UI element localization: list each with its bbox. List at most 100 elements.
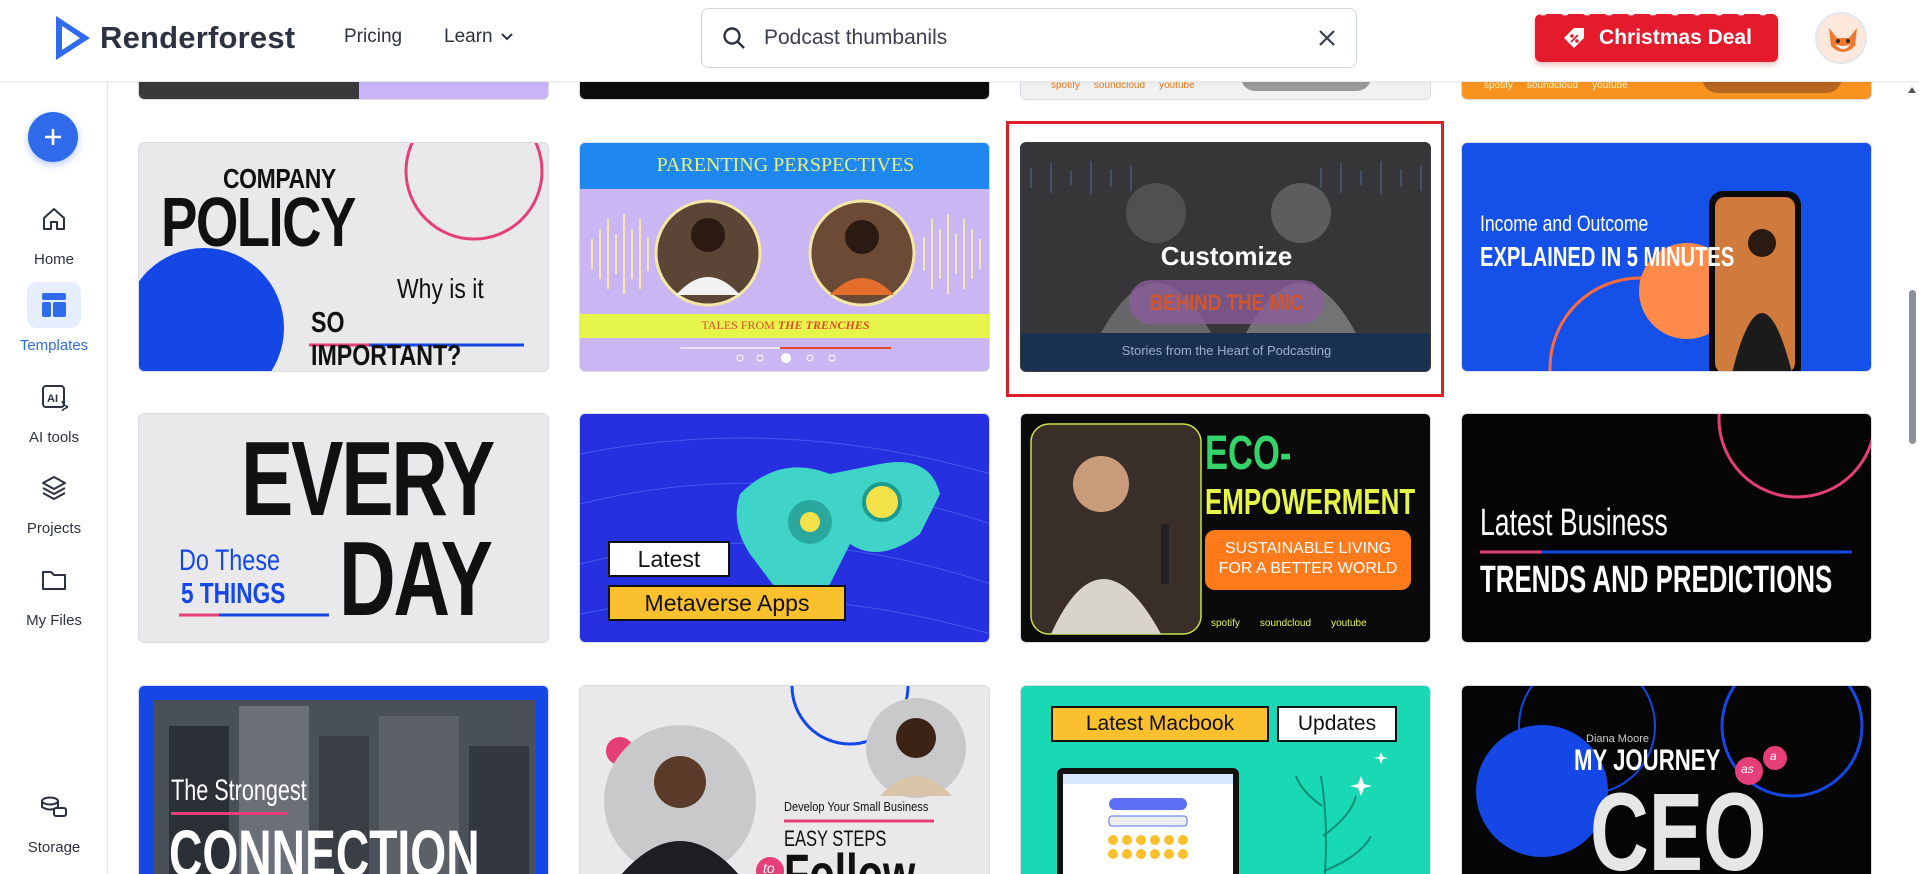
nav-pricing[interactable]: Pricing xyxy=(344,26,402,48)
template-card-macbook-updates[interactable]: Latest Macbook Updates xyxy=(1020,685,1431,874)
card-line-2: CONNECTION xyxy=(169,816,480,874)
photo-area xyxy=(139,82,359,99)
template-card-strongest-connection[interactable]: The Strongest CONNECTION xyxy=(138,685,549,874)
player-controls xyxy=(680,347,891,363)
template-card-eco-empowerment[interactable]: ECO- EMPOWERMENT SUSTAINABLE LIVING FOR … xyxy=(1020,413,1431,643)
template-card-business-trends[interactable]: Latest Business TRENDS AND PREDICTIONS xyxy=(1461,413,1872,643)
underline-decor xyxy=(179,613,329,617)
platform-label: spotify xyxy=(1051,82,1080,91)
card-big: Follow xyxy=(784,842,916,874)
sidebar-item-storage-label: Storage xyxy=(27,839,81,856)
create-new-button[interactable] xyxy=(28,112,78,162)
card-line-1: The Strongest xyxy=(171,774,307,807)
platform-label: youtube xyxy=(1592,82,1628,91)
svg-text:AI: AI xyxy=(47,393,58,405)
sidebar-item-my-files-label: My Files xyxy=(26,612,82,629)
scrollbar-thumb[interactable] xyxy=(1909,290,1916,444)
search-box[interactable]: Podcast thumbanils xyxy=(701,8,1357,68)
template-card-parenting-perspectives[interactable]: PARENTING PERSPECTIVES TALES FROM THE TR… xyxy=(579,142,990,372)
sidebar-item-home-label: Home xyxy=(33,251,74,268)
home-icon xyxy=(27,196,81,242)
soundwave-decor xyxy=(591,199,981,307)
sidebar-item-home[interactable]: Home xyxy=(0,196,108,268)
page-scrollbar[interactable] xyxy=(1905,82,1919,874)
christmas-deal-button[interactable]: Christmas Deal xyxy=(1535,10,1778,62)
card-subtitle-2: SO IMPORTANT? xyxy=(311,307,462,372)
projects-layers-icon xyxy=(27,465,81,511)
pill-line-2: FOR A BETTER WORLD xyxy=(1218,560,1398,577)
color-block xyxy=(359,82,548,99)
templates-icon xyxy=(27,282,81,328)
sidebar-item-projects-label: Projects xyxy=(26,520,82,537)
christmas-deal-label: Christmas Deal xyxy=(1599,26,1752,49)
pill-line-1: SUSTAINABLE LIVING xyxy=(1225,540,1391,557)
sidebar-item-projects[interactable]: Projects xyxy=(0,465,108,537)
template-card-top-3[interactable]: spotify soundcloud youtube xyxy=(1020,82,1431,100)
platform-label: youtube xyxy=(1159,82,1195,91)
card-small: Develop Your Small Business xyxy=(784,799,929,814)
card-line-2: TRENDS AND PREDICTIONS xyxy=(1480,559,1833,601)
card-tagline-b: THE TRENCHES xyxy=(777,318,870,332)
platform-label: soundcloud xyxy=(1526,82,1579,91)
template-card-every-day[interactable]: EVERY DAY Do These 5 THINGS xyxy=(138,413,549,643)
platform-label: soundcloud xyxy=(1093,82,1146,91)
template-card-behind-the-mic[interactable]: Customize BEHIND THE MIC Stories from th… xyxy=(1020,142,1431,372)
photo-area xyxy=(1241,82,1371,91)
card-line-2: EXPLAINED IN 5 MINUTES xyxy=(1480,241,1735,272)
card-line-1: Latest Business xyxy=(1480,502,1668,544)
chevron-down-icon xyxy=(500,33,513,41)
card-title-big: POLICY xyxy=(161,183,356,261)
search-input[interactable]: Podcast thumbanils xyxy=(764,26,1318,50)
left-sidebar: Home Templates AI AI tools Projects My F… xyxy=(0,82,108,874)
platform-label: soundcloud xyxy=(1259,618,1312,629)
sidebar-item-ai-tools-label: AI tools xyxy=(28,429,80,446)
sidebar-item-storage[interactable]: Storage xyxy=(0,784,108,856)
card-big-2: DAY xyxy=(339,520,493,638)
template-card-easy-steps[interactable]: Develop Your Small Business EASY STEPS t… xyxy=(579,685,990,874)
sidebar-item-templates[interactable]: Templates xyxy=(0,282,108,354)
card-line-1: Income and Outcome xyxy=(1480,211,1649,236)
card-line-2: EMPOWERMENT xyxy=(1205,481,1416,522)
logo[interactable]: Renderforest xyxy=(50,14,295,62)
card-tagline-a: TALES FROM xyxy=(701,318,775,332)
card-subtitle: Stories from the Heart of Podcasting xyxy=(1121,343,1332,358)
sidebar-item-templates-label: Templates xyxy=(19,337,89,354)
platform-label: spotify xyxy=(1211,618,1240,629)
card-line-1: ECO- xyxy=(1205,427,1292,480)
ai-tools-icon: AI xyxy=(27,374,81,420)
nav-pricing-label: Pricing xyxy=(344,26,403,47)
card-small-2: 5 THINGS xyxy=(181,578,286,610)
platform-logos: spotify soundcloud youtube xyxy=(1484,82,1628,91)
underline-decor xyxy=(171,812,287,815)
template-card-income-outcome[interactable]: Income and Outcome EXPLAINED IN 5 MINUTE… xyxy=(1461,142,1872,372)
tag-latest: Latest xyxy=(608,541,730,577)
template-card-top-1[interactable] xyxy=(138,82,549,100)
storage-icon xyxy=(27,784,81,830)
scroll-up-arrow-icon[interactable] xyxy=(1907,86,1917,94)
card-big: CEO xyxy=(1590,771,1767,874)
customize-button[interactable]: Customize xyxy=(1021,241,1430,272)
top-header: Renderforest Pricing Learn Podcast thumb… xyxy=(0,0,1919,82)
user-avatar[interactable] xyxy=(1815,12,1867,64)
clear-search-icon[interactable] xyxy=(1318,29,1336,47)
card-big-1: EVERY xyxy=(241,420,495,538)
nav-learn[interactable]: Learn xyxy=(444,26,513,48)
card-small-1: Do These xyxy=(179,544,281,577)
template-card-metaverse-apps[interactable]: Latest Metaverse Apps xyxy=(579,413,990,643)
sidebar-item-my-files[interactable]: My Files xyxy=(0,557,108,629)
fox-avatar-icon xyxy=(1829,28,1857,52)
template-card-company-policy[interactable]: COMPANY POLICY Why is it SO IMPORTANT? xyxy=(138,142,549,372)
platform-label: youtube xyxy=(1331,618,1367,629)
logo-text: Renderforest xyxy=(100,20,296,55)
template-card-top-2[interactable] xyxy=(579,82,990,100)
card-title: BEHIND THE MIC xyxy=(1149,290,1304,315)
template-card-top-4[interactable]: spotify soundcloud youtube xyxy=(1461,82,1872,100)
platform-label: spotify xyxy=(1484,82,1513,91)
card-title: PARENTING PERSPECTIVES xyxy=(656,154,915,176)
search-icon xyxy=(723,27,745,49)
card-tagline: TALES FROM THE TRENCHES xyxy=(580,318,989,333)
folder-icon xyxy=(27,557,81,603)
template-card-ceo-journey[interactable]: Diana Moore MY JOURNEY as a CEO xyxy=(1461,685,1872,874)
sidebar-item-ai-tools[interactable]: AI AI tools xyxy=(0,374,108,446)
tag-metaverse-apps: Metaverse Apps xyxy=(608,585,846,621)
